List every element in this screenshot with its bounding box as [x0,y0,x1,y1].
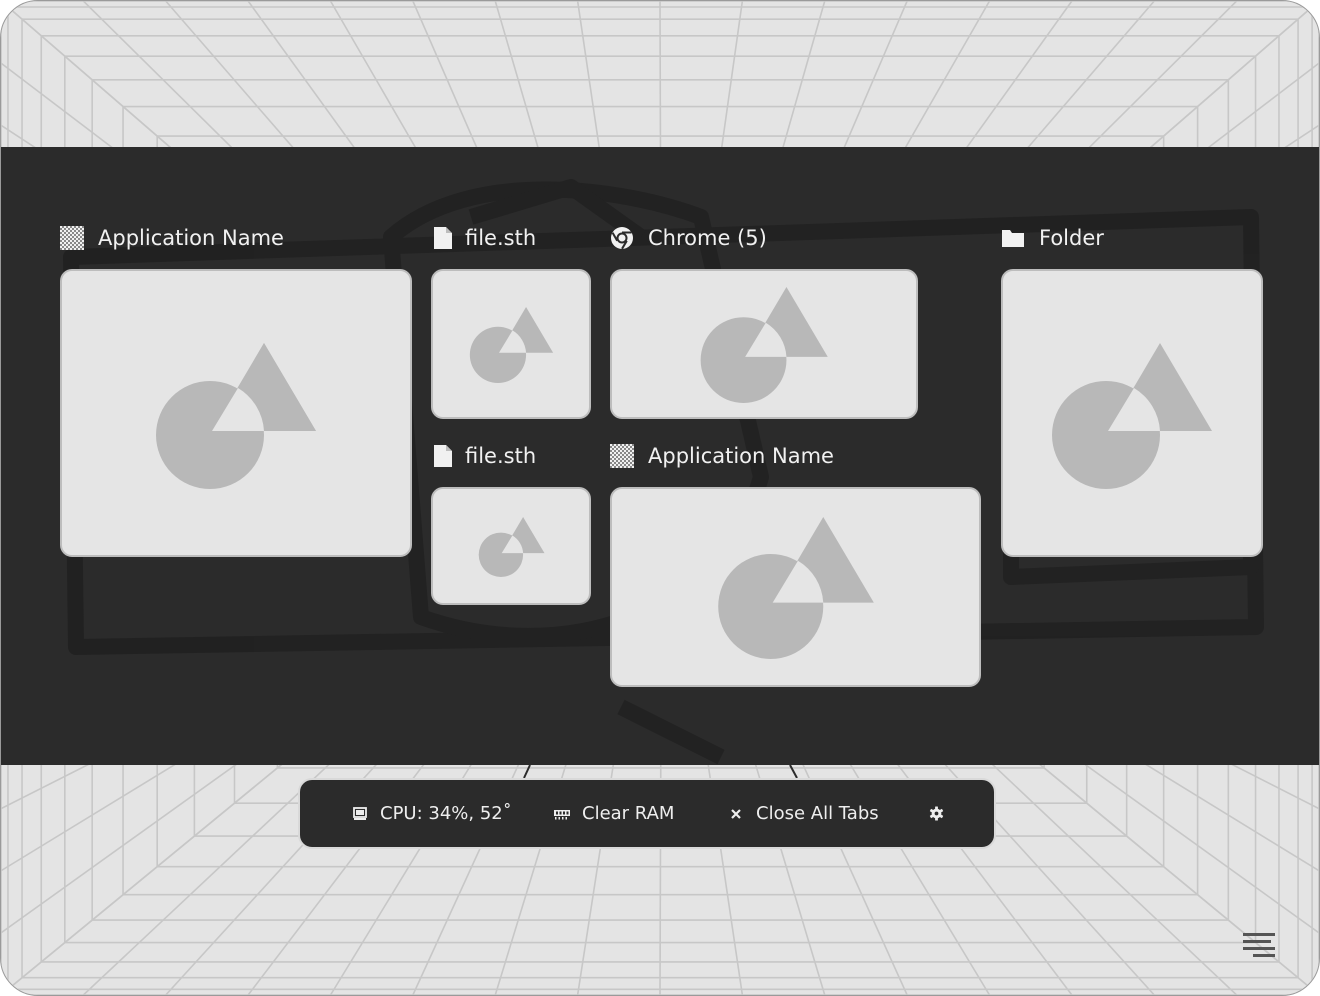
settings-button[interactable] [928,780,956,847]
clear-ram-label: Clear RAM [582,803,675,824]
cpu-label: CPU: 34%, 52˚ [380,803,512,824]
system-dock: CPU: 34%, 52˚ Clear RAM Close All Tabs [298,778,996,849]
close-icon [728,806,744,822]
close-all-tabs-button[interactable]: Close All Tabs [728,780,879,847]
monitor-icon [352,806,368,822]
cpu-status: CPU: 34%, 52˚ [352,780,512,847]
clear-ram-button[interactable]: Clear RAM [554,780,674,847]
gear-icon [928,806,944,822]
memory-icon [554,806,570,822]
close-all-tabs-label: Close All Tabs [756,803,879,824]
desktop-screen: Application Name file.sth Chrome (5) Fol… [0,0,1320,996]
menu-icon[interactable] [1239,929,1277,961]
